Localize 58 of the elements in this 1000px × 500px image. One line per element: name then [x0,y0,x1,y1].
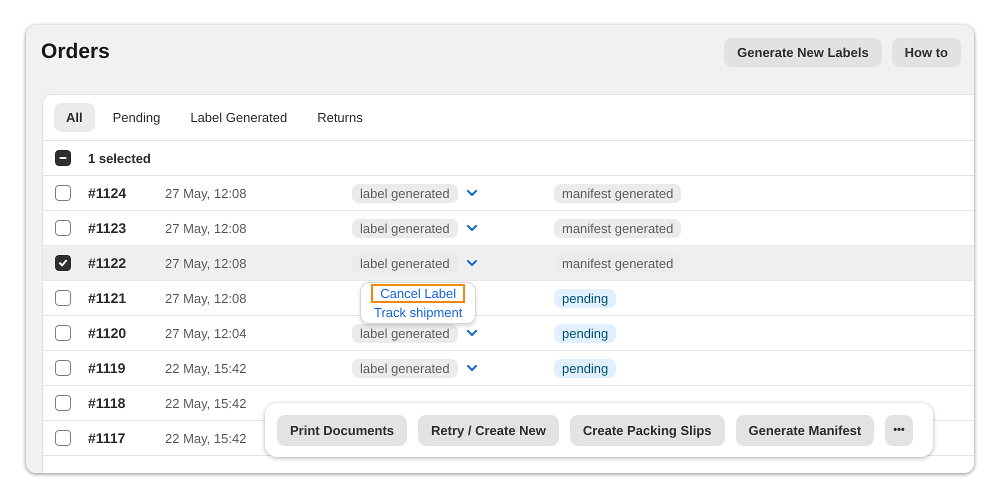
status-badge: pending [554,288,616,308]
order-number[interactable]: #1124 [88,185,165,201]
checkbox[interactable] [55,150,71,166]
order-date: 22 May, 15:42 [165,396,248,410]
order-row[interactable]: #1122 27 May, 12:08 label generated manifest generated [43,246,974,281]
chevron-down-icon[interactable] [466,329,478,337]
selection-count: 1 selected [88,150,151,166]
checkbox[interactable] [55,395,71,411]
chevron-down-icon[interactable] [466,259,478,267]
filter-tab[interactable]: Returns [305,103,375,132]
order-date: 22 May, 15:42 [165,360,248,376]
checkbox[interactable] [55,430,71,446]
status-badge: pending [554,324,616,342]
label-status-badge: label generated [352,358,458,378]
more-actions-button[interactable]: ••• [885,414,913,446]
order-number[interactable]: #1117 [88,430,165,446]
checkbox[interactable] [55,290,71,306]
label-status-badge: label generated [352,184,458,202]
order-date: 27 May, 12:04 [165,326,248,340]
order-row[interactable]: #1124 27 May, 12:08 label generated manifest generated [43,176,974,211]
checkbox[interactable] [55,360,71,376]
checkbox[interactable] [55,185,71,201]
checkbox[interactable] [55,255,71,271]
order-number[interactable]: #1123 [88,220,165,236]
status-badge: manifest generated [554,254,682,272]
filter-tab[interactable]: All [54,103,95,132]
checkmark-icon [58,258,68,268]
chevron-down-icon[interactable] [466,189,478,197]
page-title: Orders [41,40,111,64]
order-number[interactable]: #1119 [88,360,165,376]
chevron-down-icon[interactable] [466,364,478,372]
order-date: 27 May, 12:08 [165,290,248,306]
filter-tab[interactable]: Pending [100,103,172,132]
order-row[interactable]: #1119 22 May, 15:42 label generated pending [43,351,974,386]
header-button[interactable]: Generate New Labels [724,38,882,66]
order-number[interactable]: #1120 [88,325,165,341]
action-button[interactable]: Generate Manifest [736,414,874,446]
status-badge: manifest generated [554,218,682,238]
filter-tab[interactable]: Label Generated [178,103,300,132]
order-number[interactable]: #1118 [88,395,165,411]
checkbox[interactable] [55,325,71,341]
checkbox[interactable] [55,220,71,236]
label-status-badge: label generated [352,254,458,272]
header-button[interactable]: How to [892,38,961,66]
order-date: 27 May, 12:08 [165,220,248,236]
label-status-badge: label generated [352,324,458,342]
order-date: 27 May, 12:08 [165,256,248,270]
status-badge: pending [554,358,616,378]
menu-item[interactable]: Cancel Label [371,284,466,303]
action-button[interactable]: Create Packing Slips [570,414,725,446]
label-status-badge: label generated [352,218,458,238]
order-number[interactable]: #1121 [88,290,165,306]
action-button[interactable]: Retry / Create New [418,414,559,446]
chevron-down-icon[interactable] [466,224,478,232]
order-number[interactable]: #1122 [88,255,165,271]
status-badge: manifest generated [554,184,682,202]
order-date: 27 May, 12:08 [165,186,248,200]
action-button[interactable]: Print Documents [277,414,408,446]
